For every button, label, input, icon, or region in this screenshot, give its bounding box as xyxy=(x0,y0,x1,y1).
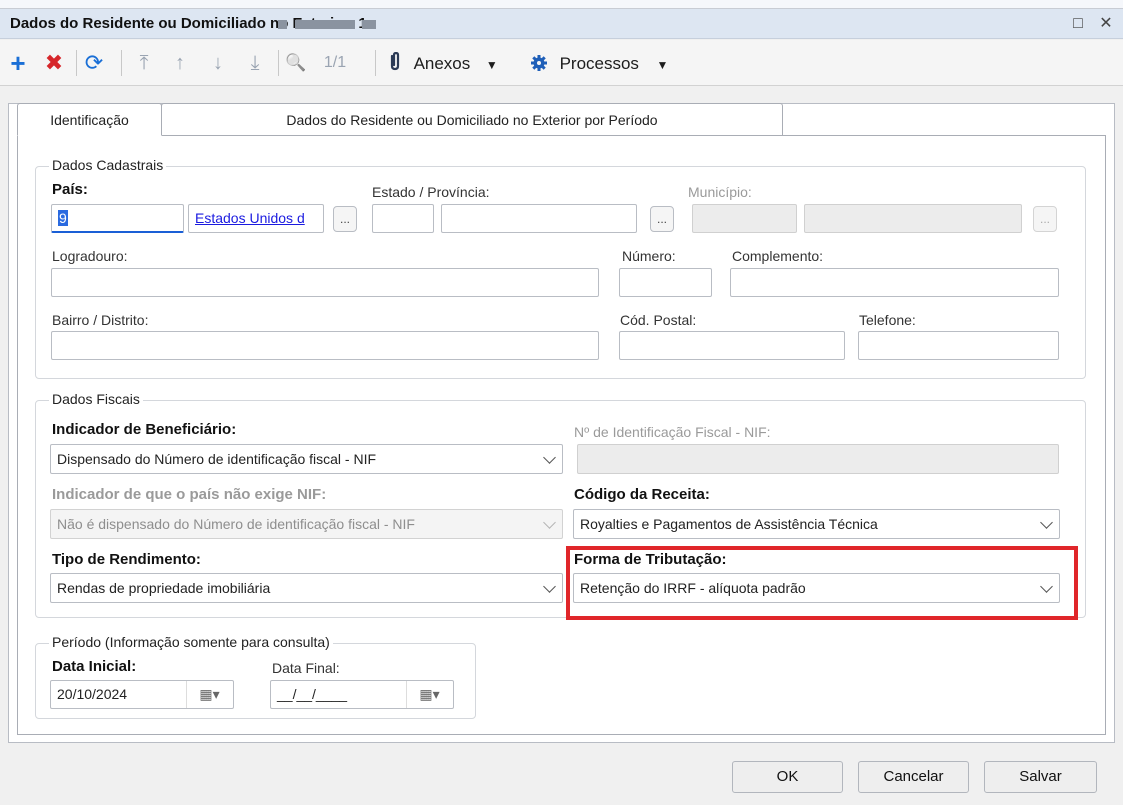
highlight-annotation-box xyxy=(566,546,1078,620)
codigo-receita-label: Código da Receita: xyxy=(574,486,710,503)
telefone-label: Telefone: xyxy=(859,312,916,328)
background-window-strip xyxy=(0,0,1123,9)
redacted-text xyxy=(362,20,376,29)
codigo-receita-value: Royalties e Pagamentos de Assistência Té… xyxy=(580,516,878,532)
estado-name-input[interactable] xyxy=(441,204,637,233)
chevron-down-icon: ▼ xyxy=(656,58,669,72)
calendar-icon[interactable]: ▦▾ xyxy=(406,681,452,708)
indicador-beneficiario-label: Indicador de Beneficiário: xyxy=(52,421,237,438)
chevron-down-icon xyxy=(543,580,556,593)
pais-code-input[interactable]: 9 xyxy=(51,204,184,233)
estado-label: Estado / Província: xyxy=(372,184,490,200)
close-icon[interactable]: ✕ xyxy=(1094,13,1118,35)
toolbar-separator xyxy=(375,50,376,76)
indicador-pais-label: Indicador de que o país não exige NIF: xyxy=(52,486,327,503)
title-bar: Dados do Residente ou Domiciliado no Ext… xyxy=(0,9,1123,39)
indicador-pais-select: Não é dispensado do Número de identifica… xyxy=(50,509,563,539)
toolbar-separator xyxy=(76,50,77,76)
next-record-icon[interactable]: ↓ xyxy=(206,50,230,76)
chevron-down-icon: ▼ xyxy=(485,58,498,72)
data-inicial-value: 20/10/2024 xyxy=(57,686,128,702)
attachments-menu[interactable]: Anexos ▼ xyxy=(388,50,528,76)
redacted-text xyxy=(278,20,287,29)
group-title: Dados Fiscais xyxy=(49,391,143,407)
municipio-name-input xyxy=(804,204,1022,233)
chevron-down-icon xyxy=(1040,516,1053,529)
pais-lookup-button[interactable]: ... xyxy=(333,206,357,232)
previous-record-icon[interactable]: ↑ xyxy=(168,50,192,76)
pais-name-link[interactable]: Estados Unidos d xyxy=(188,204,324,233)
estado-code-input[interactable] xyxy=(372,204,434,233)
tipo-rendimento-value: Rendas de propriedade imobiliária xyxy=(57,580,271,596)
refresh-icon[interactable]: ⟳ xyxy=(82,50,106,76)
bairro-input[interactable] xyxy=(51,331,599,360)
municipio-label: Município: xyxy=(688,184,752,200)
numero-label: Número: xyxy=(622,248,676,264)
tab-identificacao[interactable]: Identificação xyxy=(17,103,162,136)
cod-postal-input[interactable] xyxy=(619,331,845,360)
logradouro-label: Logradouro: xyxy=(52,248,128,264)
nif-label: Nº de Identificação Fiscal - NIF: xyxy=(574,424,771,440)
chevron-down-icon xyxy=(543,451,556,464)
data-final-value: __/__/____ xyxy=(277,686,348,702)
cod-postal-label: Cód. Postal: xyxy=(620,312,697,328)
gear-icon xyxy=(531,55,547,71)
group-title: Período (Informação somente para consult… xyxy=(49,634,333,650)
numero-input[interactable] xyxy=(619,268,712,297)
redacted-text xyxy=(295,20,355,29)
municipio-code-input xyxy=(692,204,797,233)
maximize-icon[interactable]: □ xyxy=(1066,13,1090,35)
toolbar-separator xyxy=(278,50,279,76)
tipo-rendimento-select[interactable]: Rendas de propriedade imobiliária xyxy=(50,573,563,603)
indicador-pais-value: Não é dispensado do Número de identifica… xyxy=(57,516,415,532)
tipo-rendimento-label: Tipo de Rendimento: xyxy=(52,551,201,568)
chevron-down-icon xyxy=(543,516,556,529)
last-record-icon[interactable]: ⤓ xyxy=(243,50,267,76)
paperclip-icon xyxy=(390,51,400,71)
toolbar-separator xyxy=(121,50,122,76)
data-inicial-label: Data Inicial: xyxy=(52,658,137,675)
nif-input xyxy=(577,444,1059,474)
attachments-label: Anexos xyxy=(413,54,471,73)
calendar-icon[interactable]: ▦▾ xyxy=(186,681,232,708)
complemento-label: Complemento: xyxy=(732,248,824,264)
municipio-lookup-button: ... xyxy=(1033,206,1057,232)
cancel-button[interactable]: Cancelar xyxy=(858,761,969,793)
data-final-label: Data Final: xyxy=(272,660,340,676)
first-record-icon[interactable]: ⤒ xyxy=(132,50,156,76)
processes-label: Processos xyxy=(559,54,639,73)
processes-menu[interactable]: Processos ▼ xyxy=(530,50,690,76)
search-icon[interactable]: 🔍 xyxy=(284,50,308,76)
add-icon[interactable]: + xyxy=(6,50,30,76)
record-counter: 1/1 xyxy=(323,54,347,71)
telefone-input[interactable] xyxy=(858,331,1059,360)
indicador-beneficiario-select[interactable]: Dispensado do Número de identificação fi… xyxy=(50,444,563,474)
codigo-receita-select[interactable]: Royalties e Pagamentos de Assistência Té… xyxy=(573,509,1060,539)
toolbar: + ✖ ⟳ ⤒ ↑ ↓ ⤓ 🔍 1/1 Anexos ▼ Processos ▼ xyxy=(0,40,1123,86)
logradouro-input[interactable] xyxy=(51,268,599,297)
estado-lookup-button[interactable]: ... xyxy=(650,206,674,232)
pais-code-value: 9 xyxy=(58,210,68,226)
indicador-beneficiario-value: Dispensado do Número de identificação fi… xyxy=(57,451,377,467)
delete-icon[interactable]: ✖ xyxy=(42,50,66,76)
bairro-label: Bairro / Distrito: xyxy=(52,312,149,328)
tab-dados-por-periodo[interactable]: Dados do Residente ou Domiciliado no Ext… xyxy=(161,103,783,136)
save-button[interactable]: Salvar xyxy=(984,761,1097,793)
group-title: Dados Cadastrais xyxy=(49,157,167,173)
complemento-input[interactable] xyxy=(730,268,1059,297)
ok-button[interactable]: OK xyxy=(732,761,843,793)
pais-label: País: xyxy=(52,181,88,198)
